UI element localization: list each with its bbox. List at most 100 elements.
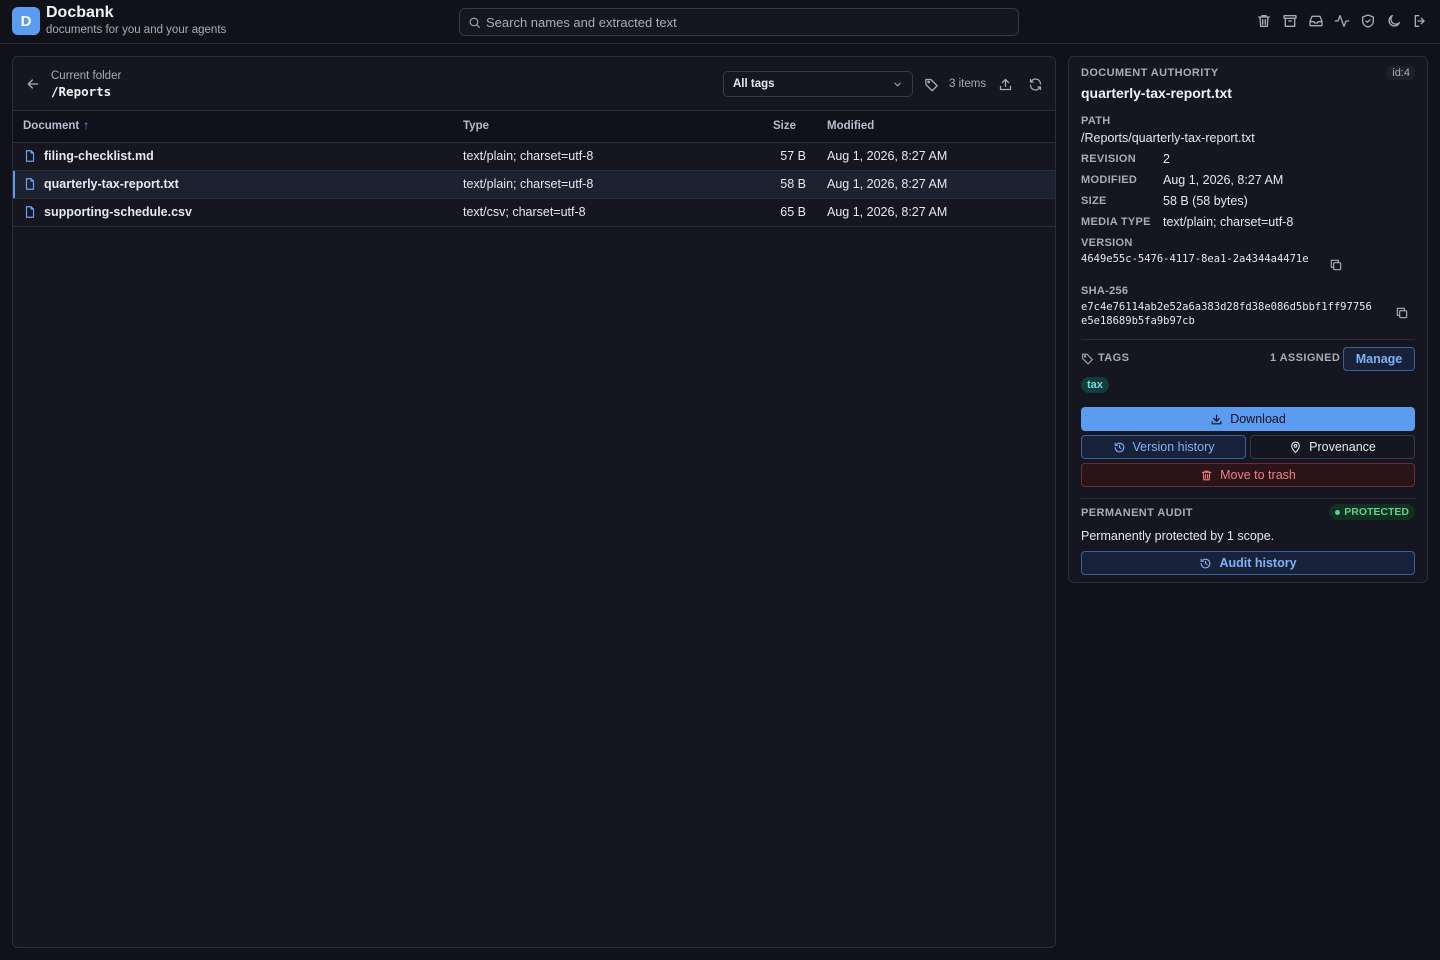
top-bar: D Docbank documents for you and your age… bbox=[0, 0, 1440, 44]
status-dot bbox=[1335, 509, 1341, 515]
file-icon bbox=[25, 206, 35, 218]
app-logo[interactable]: D bbox=[12, 7, 40, 35]
current-folder-label: Current folder bbox=[51, 70, 122, 82]
tag-icon bbox=[1082, 353, 1093, 365]
activity-icon[interactable] bbox=[1334, 13, 1350, 29]
file-icon bbox=[25, 178, 35, 190]
protected-text: Permanently protected by 1 scope. bbox=[1081, 529, 1275, 543]
refresh-icon[interactable] bbox=[1028, 77, 1043, 92]
download-label: Download bbox=[1230, 412, 1286, 426]
divider bbox=[1081, 498, 1415, 499]
version-label: VERSION bbox=[1081, 237, 1133, 249]
sha-label: SHA-256 bbox=[1081, 285, 1129, 297]
section-label: DOCUMENT AUTHORITY bbox=[1081, 67, 1219, 79]
document-type: text/plain; charset=utf-8 bbox=[463, 142, 773, 171]
document-modified: Aug 1, 2026, 8:27 AM bbox=[815, 142, 1055, 171]
document-name: supporting-schedule.csv bbox=[44, 205, 192, 219]
table-header-row: Document ↑ Type Size Modified bbox=[13, 111, 1055, 143]
moon-icon[interactable] bbox=[1386, 13, 1402, 29]
sha-value-line1: e7c4e76114ab2e52a6a383d28fd38e086d5bbf1f… bbox=[1081, 301, 1372, 313]
document-name: quarterly-tax-report.txt bbox=[44, 177, 179, 191]
tag-chip[interactable]: tax bbox=[1081, 377, 1109, 393]
tag-filter-value: All tags bbox=[733, 78, 775, 90]
protected-label: PROTECTED bbox=[1344, 506, 1409, 518]
column-size[interactable]: Size bbox=[773, 111, 815, 143]
modified-value: Aug 1, 2026, 8:27 AM bbox=[1163, 173, 1284, 187]
document-size: 57 B bbox=[773, 142, 815, 171]
move-to-trash-label: Move to trash bbox=[1220, 468, 1296, 482]
provenance-label: Provenance bbox=[1309, 440, 1376, 454]
path-value: /Reports/quarterly-tax-report.txt bbox=[1081, 131, 1255, 145]
app-title: Docbank bbox=[46, 4, 114, 21]
tags-label: TAGS bbox=[1098, 352, 1130, 364]
app-subtitle: documents for you and your agents bbox=[46, 24, 227, 36]
column-document[interactable]: Document ↑ bbox=[13, 111, 463, 143]
download-icon bbox=[1211, 414, 1222, 424]
chevron-down-icon bbox=[894, 82, 901, 87]
history-icon bbox=[1201, 558, 1211, 568]
sort-ascending-icon: ↑ bbox=[83, 120, 89, 133]
history-icon bbox=[1114, 442, 1124, 452]
copy-icon[interactable] bbox=[1395, 306, 1409, 320]
folder-bar: Current folder /Reports All tags 3 items bbox=[13, 57, 1055, 111]
search-bar[interactable] bbox=[459, 8, 1019, 36]
top-actions bbox=[1256, 13, 1428, 29]
search-icon bbox=[469, 17, 480, 28]
revision-value: 2 bbox=[1163, 152, 1170, 166]
items-count: 3 items bbox=[949, 78, 987, 90]
version-history-label: Version history bbox=[1132, 440, 1215, 454]
version-value: 4649e55c-5476-4117-8ea1-2a4344a4471e bbox=[1081, 253, 1309, 265]
current-folder-path: /Reports bbox=[51, 84, 112, 99]
table-row[interactable]: supporting-schedule.csv text/csv; charse… bbox=[13, 198, 1055, 227]
document-detail-panel: DOCUMENT AUTHORITY id:4 quarterly-tax-re… bbox=[1068, 56, 1428, 583]
divider bbox=[1081, 339, 1415, 340]
document-type: text/plain; charset=utf-8 bbox=[463, 170, 773, 199]
revision-label: REVISION bbox=[1081, 153, 1136, 165]
tag-filter-select[interactable]: All tags bbox=[723, 71, 913, 97]
documents-table: Document ↑ Type Size Modified filing-chec… bbox=[13, 111, 1055, 227]
version-history-button[interactable]: Version history bbox=[1081, 435, 1246, 459]
provenance-button[interactable]: Provenance bbox=[1250, 435, 1415, 459]
column-document-label: Document bbox=[23, 120, 80, 133]
copy-icon[interactable] bbox=[1329, 258, 1343, 272]
location-pin-icon bbox=[1291, 441, 1300, 453]
sha-value-line2: e5e18689b5fa9b97cb bbox=[1081, 315, 1195, 327]
permanent-audit-label: PERMANENT AUDIT bbox=[1081, 507, 1193, 519]
column-modified[interactable]: Modified bbox=[815, 111, 1055, 143]
back-arrow-icon[interactable] bbox=[25, 76, 41, 92]
move-to-trash-button[interactable]: Move to trash bbox=[1081, 463, 1415, 487]
media-type-value: text/plain; charset=utf-8 bbox=[1163, 215, 1294, 229]
logout-icon[interactable] bbox=[1412, 13, 1428, 29]
manage-tags-button[interactable]: Manage bbox=[1343, 347, 1415, 371]
tag-icon[interactable] bbox=[924, 77, 939, 92]
document-name: filing-checklist.md bbox=[44, 149, 154, 163]
search-input[interactable] bbox=[486, 14, 986, 30]
media-type-label: MEDIA TYPE bbox=[1081, 216, 1151, 228]
trash-icon[interactable] bbox=[1256, 13, 1272, 29]
document-modified: Aug 1, 2026, 8:27 AM bbox=[815, 198, 1055, 227]
trash-icon bbox=[1201, 470, 1212, 480]
document-title: quarterly-tax-report.txt bbox=[1081, 85, 1232, 101]
document-list-panel: Current folder /Reports All tags 3 items… bbox=[12, 56, 1056, 948]
archive-icon[interactable] bbox=[1282, 13, 1298, 29]
upload-icon[interactable] bbox=[998, 77, 1013, 92]
modified-label: MODIFIED bbox=[1081, 174, 1138, 186]
document-modified: Aug 1, 2026, 8:27 AM bbox=[815, 170, 1055, 199]
path-label: PATH bbox=[1081, 115, 1111, 127]
download-button[interactable]: Download bbox=[1081, 407, 1415, 431]
protected-badge: PROTECTED bbox=[1329, 504, 1415, 520]
table-row[interactable]: filing-checklist.md text/plain; charset=… bbox=[13, 142, 1055, 171]
document-size: 65 B bbox=[773, 198, 815, 227]
size-value: 58 B (58 bytes) bbox=[1163, 194, 1248, 208]
document-type: text/csv; charset=utf-8 bbox=[463, 198, 773, 227]
document-size: 58 B bbox=[773, 170, 815, 199]
size-label: SIZE bbox=[1081, 195, 1107, 207]
audit-history-label: Audit history bbox=[1219, 556, 1297, 570]
table-row-selected[interactable]: quarterly-tax-report.txt text/plain; cha… bbox=[13, 170, 1055, 199]
inbox-icon[interactable] bbox=[1308, 13, 1324, 29]
audit-history-button[interactable]: Audit history bbox=[1081, 551, 1415, 575]
shield-icon[interactable] bbox=[1360, 13, 1376, 29]
document-id-badge: id:4 bbox=[1387, 66, 1415, 80]
tags-assigned-count: 1 ASSIGNED bbox=[1270, 352, 1341, 364]
column-type[interactable]: Type bbox=[463, 111, 773, 143]
